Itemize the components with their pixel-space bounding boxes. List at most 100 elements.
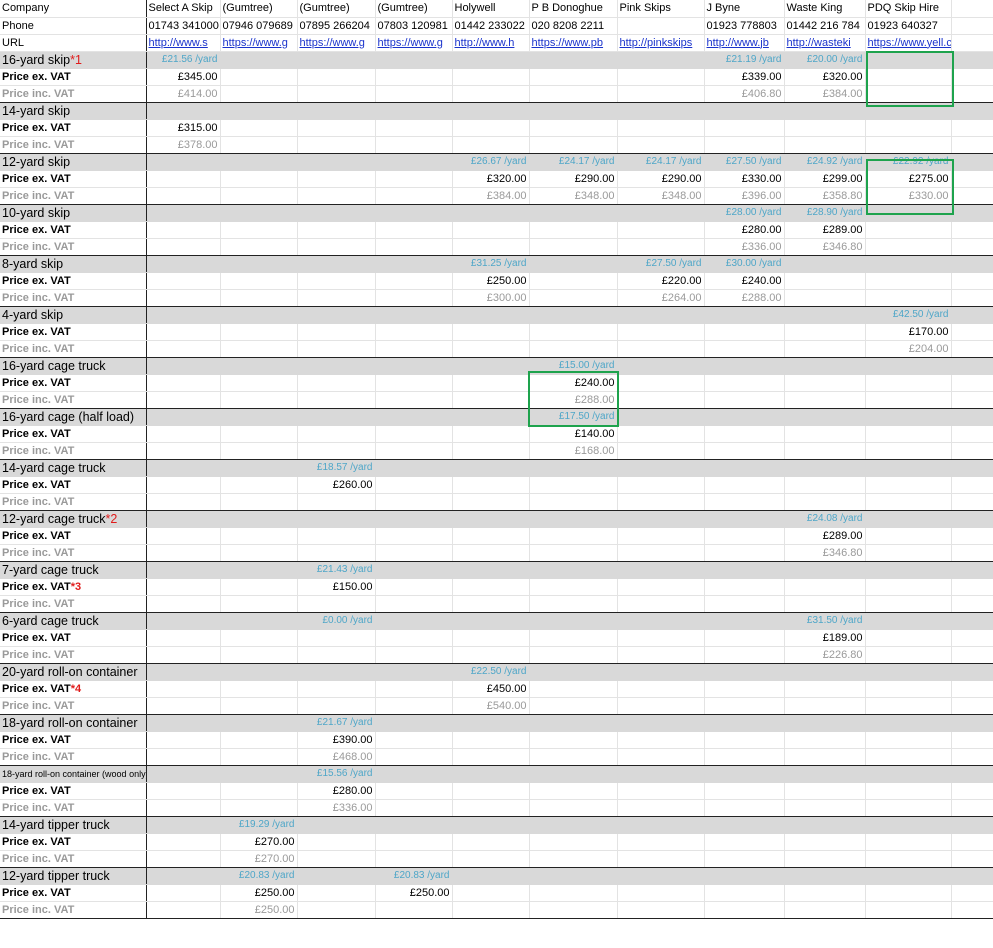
price-inc-vat-cell[interactable] — [375, 901, 453, 919]
empty-cell[interactable] — [951, 442, 993, 460]
phone-cell[interactable]: 07895 266204 — [297, 17, 376, 35]
price-ex-vat-cell[interactable] — [704, 731, 785, 749]
section-title-cell[interactable]: 10-yard skip — [0, 204, 147, 222]
price-inc-vat-cell[interactable] — [529, 646, 618, 664]
price-ex-vat-cell[interactable] — [617, 68, 705, 86]
price-inc-vat-cell[interactable] — [784, 901, 866, 919]
price-ex-vat-cell[interactable] — [865, 68, 952, 86]
price-ex-vat-cell[interactable] — [865, 731, 952, 749]
per-yard-price-cell[interactable] — [452, 51, 530, 69]
per-yard-price-cell[interactable] — [617, 459, 705, 477]
price-ex-vat-cell[interactable] — [865, 221, 952, 239]
price-inc-vat-cell[interactable] — [375, 748, 453, 766]
price-ex-vat-cell[interactable] — [375, 629, 453, 647]
section-title-cell[interactable]: 16-yard cage (half load) — [0, 408, 147, 426]
empty-cell[interactable] — [951, 697, 993, 715]
empty-cell[interactable] — [951, 476, 993, 494]
per-yard-price-cell[interactable] — [784, 816, 866, 834]
price-inc-vat-cell[interactable] — [704, 850, 785, 868]
per-yard-price-cell[interactable] — [704, 306, 785, 324]
per-yard-price-cell[interactable] — [146, 204, 221, 222]
price-inc-vat-cell[interactable] — [784, 595, 866, 613]
per-yard-price-cell[interactable] — [220, 204, 298, 222]
price-ex-vat-cell[interactable]: £330.00 — [704, 170, 785, 188]
per-yard-price-cell[interactable] — [220, 561, 298, 579]
per-yard-price-cell[interactable]: £20.83 /yard — [220, 867, 298, 885]
price-ex-vat-cell[interactable] — [375, 323, 453, 341]
per-yard-price-cell[interactable] — [784, 663, 866, 681]
price-ex-vat-cell[interactable] — [375, 221, 453, 239]
phone-cell[interactable]: 020 8208 2211 — [529, 17, 618, 35]
price-ex-vat-cell[interactable] — [375, 68, 453, 86]
price-inc-vat-cell[interactable] — [146, 850, 221, 868]
price-ex-vat-label[interactable]: Price ex. VAT — [0, 323, 147, 341]
price-ex-vat-cell[interactable] — [146, 731, 221, 749]
per-yard-price-cell[interactable] — [297, 867, 376, 885]
per-yard-price-cell[interactable] — [146, 306, 221, 324]
empty-cell[interactable] — [951, 340, 993, 358]
price-ex-vat-cell[interactable] — [375, 578, 453, 596]
per-yard-price-cell[interactable] — [865, 459, 952, 477]
per-yard-price-cell[interactable] — [220, 51, 298, 69]
empty-cell[interactable] — [951, 153, 993, 171]
price-inc-vat-cell[interactable] — [617, 340, 705, 358]
price-ex-vat-cell[interactable] — [297, 425, 376, 443]
price-inc-vat-cell[interactable] — [529, 595, 618, 613]
per-yard-price-cell[interactable] — [704, 561, 785, 579]
price-inc-vat-cell[interactable] — [784, 391, 866, 409]
empty-cell[interactable] — [951, 408, 993, 426]
per-yard-price-cell[interactable] — [375, 714, 453, 732]
price-ex-vat-cell[interactable] — [146, 425, 221, 443]
per-yard-price-cell[interactable] — [865, 204, 952, 222]
empty-cell[interactable] — [951, 272, 993, 290]
price-inc-vat-cell[interactable] — [375, 136, 453, 154]
empty-cell[interactable] — [951, 612, 993, 630]
price-inc-vat-cell[interactable] — [375, 697, 453, 715]
per-yard-price-cell[interactable]: £21.67 /yard — [297, 714, 376, 732]
price-inc-vat-cell[interactable] — [146, 544, 221, 562]
section-title-cell[interactable]: 18-yard roll-on container — [0, 714, 147, 732]
price-ex-vat-cell[interactable] — [529, 323, 618, 341]
empty-cell[interactable] — [951, 544, 993, 562]
url-link[interactable]: https://www.yell.com/b — [865, 34, 952, 52]
price-ex-vat-cell[interactable] — [617, 731, 705, 749]
price-ex-vat-cell[interactable]: £315.00 — [146, 119, 221, 137]
per-yard-price-cell[interactable] — [704, 867, 785, 885]
price-inc-vat-cell[interactable] — [375, 799, 453, 817]
price-inc-vat-cell[interactable] — [704, 544, 785, 562]
price-ex-vat-cell[interactable] — [220, 119, 298, 137]
price-inc-vat-cell[interactable] — [146, 697, 221, 715]
per-yard-price-cell[interactable] — [375, 816, 453, 834]
price-inc-vat-cell[interactable] — [529, 136, 618, 154]
price-inc-vat-label[interactable]: Price inc. VAT — [0, 646, 147, 664]
price-ex-vat-label[interactable]: Price ex. VAT — [0, 731, 147, 749]
section-title-cell[interactable]: 12-yard skip — [0, 153, 147, 171]
price-ex-vat-cell[interactable] — [220, 374, 298, 392]
per-yard-price-cell[interactable] — [452, 816, 530, 834]
section-title-cell[interactable]: 12-yard cage truck*2 — [0, 510, 147, 528]
price-inc-vat-cell[interactable] — [704, 748, 785, 766]
price-ex-vat-cell[interactable] — [220, 425, 298, 443]
price-inc-vat-label[interactable]: Price inc. VAT — [0, 799, 147, 817]
price-inc-vat-cell[interactable] — [452, 850, 530, 868]
section-title-cell[interactable]: 14-yard skip — [0, 102, 147, 120]
price-ex-vat-cell[interactable] — [452, 578, 530, 596]
empty-cell[interactable] — [951, 391, 993, 409]
section-title-cell[interactable]: 20-yard roll-on container — [0, 663, 147, 681]
per-yard-price-cell[interactable]: £31.50 /yard — [784, 612, 866, 630]
empty-cell[interactable] — [951, 493, 993, 511]
price-inc-vat-cell[interactable] — [297, 340, 376, 358]
per-yard-price-cell[interactable]: £42.50 /yard — [865, 306, 952, 324]
empty-cell[interactable] — [951, 238, 993, 256]
per-yard-price-cell[interactable] — [452, 510, 530, 528]
price-inc-vat-cell[interactable]: £384.00 — [452, 187, 530, 205]
url-link[interactable]: https://www.g — [375, 34, 453, 52]
price-inc-vat-cell[interactable]: £330.00 — [865, 187, 952, 205]
price-inc-vat-cell[interactable] — [220, 391, 298, 409]
price-ex-vat-cell[interactable] — [375, 374, 453, 392]
empty-cell[interactable] — [951, 323, 993, 341]
price-inc-vat-cell[interactable] — [529, 85, 618, 103]
price-ex-vat-cell[interactable] — [865, 527, 952, 545]
price-inc-vat-cell[interactable] — [529, 238, 618, 256]
price-ex-vat-label[interactable]: Price ex. VAT — [0, 476, 147, 494]
